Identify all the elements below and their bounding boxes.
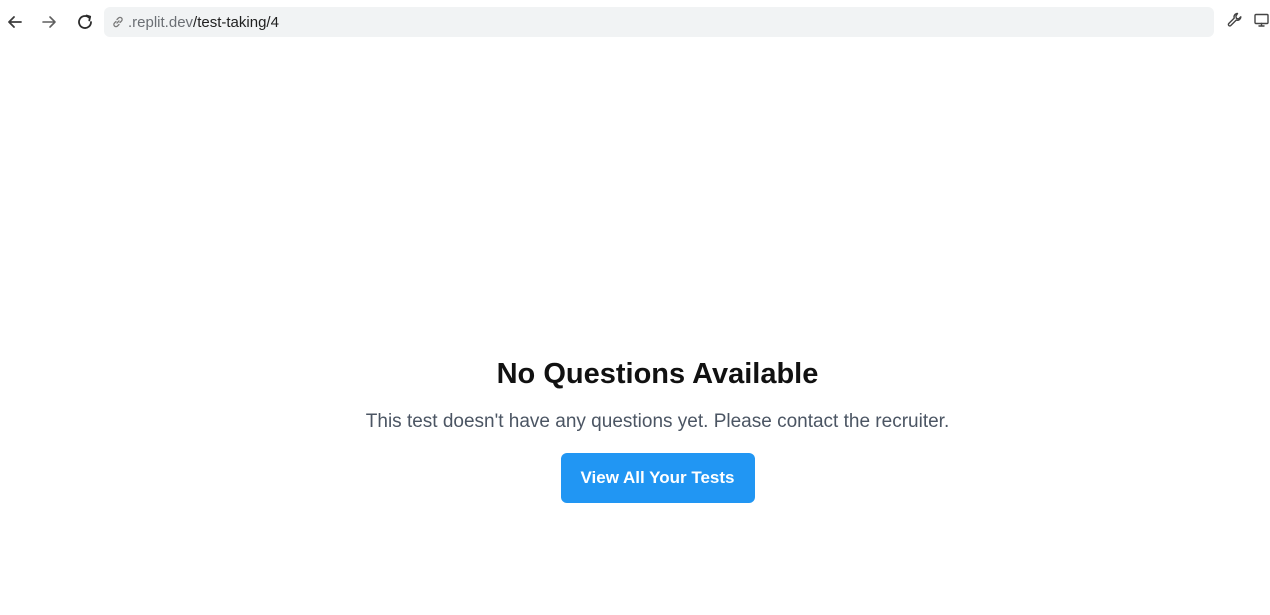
- back-arrow-icon: [6, 13, 24, 31]
- url-host: .replit.dev: [128, 13, 194, 31]
- page-content: No Questions Available This test doesn't…: [0, 44, 1270, 615]
- wrench-icon: [1226, 11, 1244, 34]
- devtools-button[interactable]: [1221, 7, 1249, 37]
- reload-icon: [75, 12, 95, 32]
- screen-button[interactable]: [1252, 7, 1270, 37]
- reload-button[interactable]: [70, 7, 100, 37]
- link-icon: [110, 14, 126, 30]
- url-path: /test-taking/4: [193, 13, 279, 31]
- browser-toolbar: .replit.dev/test-taking/4: [0, 0, 1270, 44]
- address-bar[interactable]: .replit.dev/test-taking/4: [104, 7, 1214, 37]
- back-button[interactable]: [0, 7, 30, 37]
- empty-state-message: This test doesn't have any questions yet…: [365, 411, 950, 432]
- forward-button[interactable]: [34, 7, 64, 37]
- view-all-tests-button[interactable]: View All Your Tests: [560, 453, 755, 503]
- empty-state: No Questions Available This test doesn't…: [0, 354, 1270, 503]
- screen-icon: [1252, 11, 1270, 34]
- forward-arrow-icon: [40, 13, 58, 31]
- page-title: No Questions Available: [496, 358, 819, 390]
